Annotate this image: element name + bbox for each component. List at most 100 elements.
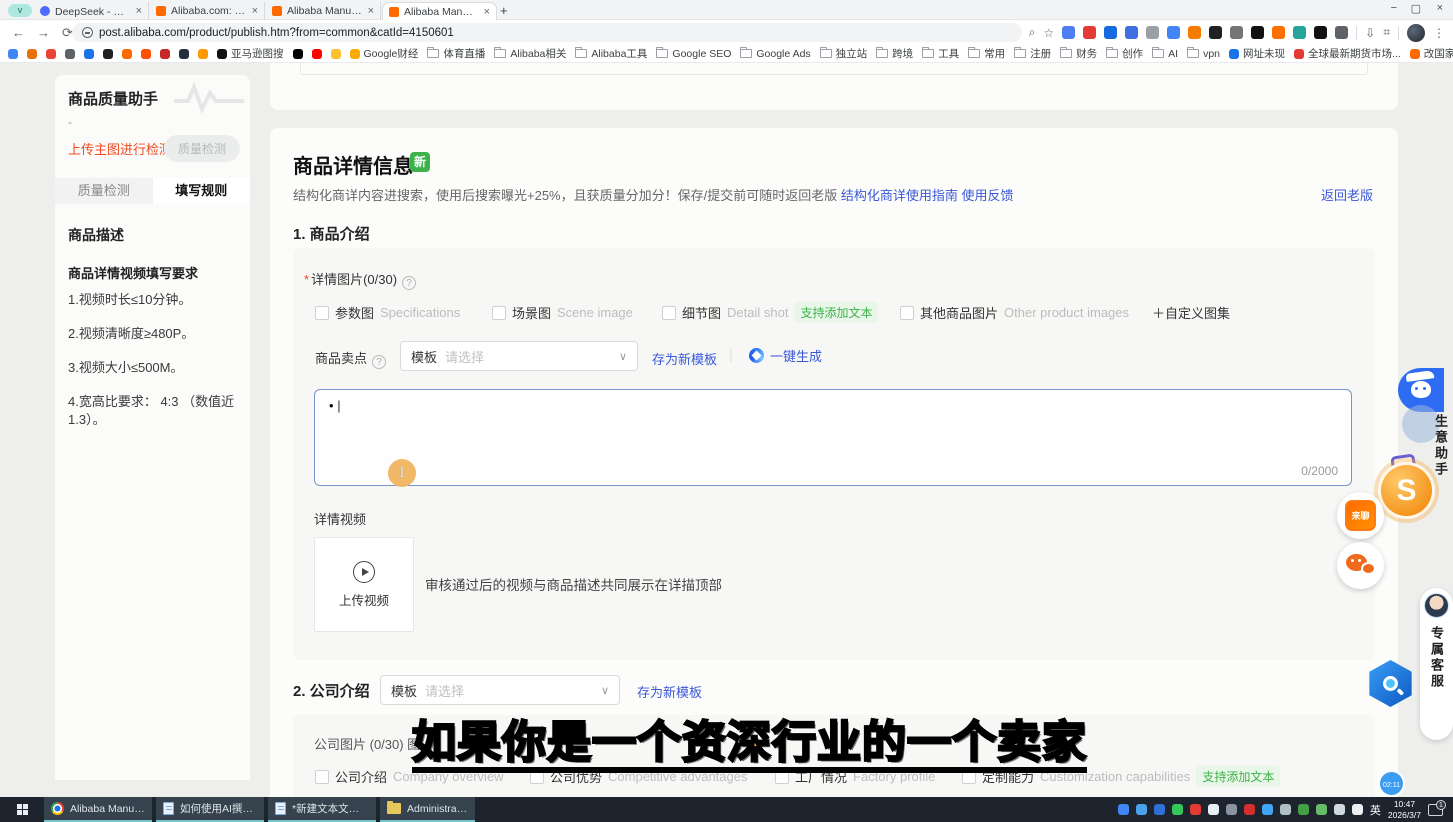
m-red-bookmark[interactable]	[160, 49, 170, 59]
tab-quality-check[interactable]: 质量检测	[55, 178, 153, 204]
image-type-option[interactable]: 参数图 Specifications	[315, 303, 492, 322]
orange-square-ext-icon[interactable]	[1272, 26, 1285, 39]
browser-tab-2[interactable]: Alibaba.com: Manufacturers… ×	[150, 2, 265, 20]
google-bookmark[interactable]	[8, 49, 18, 59]
quality-check-button[interactable]: 质量检测	[164, 135, 240, 162]
folder-ai[interactable]: AI	[1152, 48, 1178, 60]
feedback-link[interactable]: 使用反馈	[962, 188, 1014, 203]
mic-tray-icon[interactable]	[1208, 804, 1219, 815]
speaker-tray-icon[interactable]	[1352, 804, 1363, 815]
folder-tools[interactable]: 工具	[922, 46, 959, 61]
tab-search-chevron-icon[interactable]: v	[8, 4, 32, 17]
folder-sports[interactable]: 体育直播	[427, 46, 485, 61]
bookmark-star-icon[interactable]: ☆	[1043, 26, 1054, 40]
windows-green-tray-icon[interactable]	[1316, 804, 1327, 815]
gmail-bookmark[interactable]	[46, 49, 56, 59]
tab-fill-rules[interactable]: 填写规则	[153, 178, 251, 204]
phone-tray-icon[interactable]	[1280, 804, 1291, 815]
black-square-ext-icon[interactable]	[1209, 26, 1222, 39]
folder-finance[interactable]: 财务	[1060, 46, 1097, 61]
chrome-tray-icon[interactable]	[1118, 804, 1129, 815]
url-field[interactable]: post.alibaba.com/product/publish.htm?fro…	[72, 23, 1022, 42]
profile-avatar[interactable]	[1407, 24, 1425, 42]
shield-tray-icon[interactable]	[1154, 804, 1165, 815]
checkbox[interactable]	[662, 306, 676, 320]
ime-indicator[interactable]: 英	[1370, 802, 1381, 818]
notification-icon[interactable]: 1	[1428, 804, 1443, 816]
back-icon[interactable]: ←	[12, 25, 25, 40]
image-type-option[interactable]: 细节图 Detail shot 支持添加文本	[662, 302, 900, 323]
change-country-bookmark[interactable]: 改国家	[1410, 46, 1453, 61]
window-close-button[interactable]: ×	[1437, 2, 1443, 14]
checkbox[interactable]	[492, 306, 506, 320]
drive-ext-icon[interactable]	[1125, 26, 1138, 39]
business-assistant-label[interactable]: 生意助手	[1431, 414, 1450, 478]
amazon-orange-bookmark[interactable]	[198, 49, 208, 59]
orange-badge-ext-icon[interactable]	[1188, 26, 1201, 39]
url-text[interactable]: post.alibaba.com/product/publish.htm?fro…	[99, 27, 454, 39]
laichat-icon[interactable]: 来聊	[1337, 492, 1384, 539]
tab-close-icon[interactable]: ×	[484, 6, 490, 18]
folder-independent-site[interactable]: 独立站	[820, 46, 868, 61]
google-finance-bookmark[interactable]: Google财经	[350, 46, 419, 61]
browser-tab-3[interactable]: Alibaba Manufacturer Direct… ×	[266, 2, 381, 20]
taskbar-app-explorer[interactable]: Administrator	[380, 797, 475, 822]
checkbox[interactable]	[315, 306, 329, 320]
bear-bookmark[interactable]	[27, 49, 37, 59]
help-question-icon[interactable]: ?	[372, 355, 386, 369]
browser-tab-4-active[interactable]: Alibaba Manufacturer Direct… ×	[382, 2, 497, 20]
folder-google-seo[interactable]: Google SEO	[656, 48, 731, 60]
site-discover-bookmark[interactable]: 网址未现	[1229, 46, 1285, 61]
taskbar-clock[interactable]: 10:47 2026/3/7	[1388, 799, 1421, 819]
blue-bird-tray-icon[interactable]	[1262, 804, 1273, 815]
window-minimize-button[interactable]: −	[1391, 2, 1397, 14]
tab-close-icon[interactable]: ×	[368, 5, 374, 17]
tiktok-bookmark[interactable]	[293, 49, 303, 59]
monitor-tray-icon[interactable]	[1334, 804, 1345, 815]
dark-bookmark[interactable]	[103, 49, 113, 59]
folder-google-ads[interactable]: Google Ads	[740, 48, 810, 60]
c-ext-icon[interactable]	[1314, 26, 1327, 39]
custom-gallery-button[interactable]: ＋自定义图集	[1152, 303, 1230, 322]
dedicated-service-widget[interactable]: 专属客服	[1420, 588, 1453, 740]
browser-tab-1[interactable]: DeepSeek - 探索未至之境 ×	[34, 2, 149, 20]
download-icon[interactable]: ⇩	[1365, 26, 1375, 40]
folder-alibaba-tools[interactable]: Alibaba工具	[575, 46, 647, 61]
amazon-bookmark[interactable]	[179, 49, 189, 59]
tab-close-icon[interactable]: ×	[136, 5, 142, 17]
green-message-tray-icon[interactable]	[1172, 804, 1183, 815]
camera-ext-icon[interactable]	[1230, 26, 1243, 39]
folder-alibaba[interactable]: Alibaba相关	[494, 46, 566, 61]
guide-link[interactable]: 结构化商详使用指南	[841, 188, 958, 203]
docs-bookmark[interactable]	[84, 49, 94, 59]
template-select-2[interactable]: 模板 请选择 ∨	[380, 675, 620, 705]
aliexpress-bookmark[interactable]	[141, 49, 151, 59]
youtube-bookmark[interactable]	[312, 49, 322, 59]
menu-dots-icon[interactable]: ⋮	[1433, 26, 1445, 40]
alibaba-1688-bookmark[interactable]	[122, 49, 132, 59]
image-type-option[interactable]: 其他商品图片 Other product images	[900, 303, 1152, 322]
taskbar-app-notepad-1[interactable]: 如何使用AI撰写产...	[156, 797, 264, 822]
flag-ext-icon[interactable]	[1062, 26, 1075, 39]
amazon-image-search-bookmark[interactable]: 亚马逊图搜	[217, 46, 284, 61]
red-flower-tray-icon[interactable]	[1190, 804, 1201, 815]
folder-register[interactable]: 注册	[1014, 46, 1051, 61]
back-to-old-version-link[interactable]: 返回老版	[1321, 185, 1373, 204]
checkbox[interactable]	[900, 306, 914, 320]
taskbar-app-notepad-2[interactable]: *新建文本文档 (2).t...	[268, 797, 376, 822]
help-question-icon[interactable]: ?	[402, 276, 416, 290]
tab-close-icon[interactable]: ×	[252, 5, 258, 17]
apps-grid-icon[interactable]: ⌗	[1383, 25, 1390, 40]
skype-icon[interactable]: S	[1378, 462, 1435, 519]
template-select[interactable]: 模板 请选择 ∨	[400, 341, 638, 371]
site-info-icon[interactable]	[82, 27, 93, 38]
pokeball-ext-icon[interactable]	[1083, 26, 1096, 39]
photo-tray-icon[interactable]	[1226, 804, 1237, 815]
window-maximize-button[interactable]: ▢	[1411, 2, 1421, 15]
wechat-tray-icon[interactable]	[1298, 804, 1309, 815]
translate-ext-icon[interactable]	[1167, 26, 1180, 39]
folder-crossborder[interactable]: 跨境	[876, 46, 913, 61]
selling-points-editor[interactable]: • | 0/2000	[314, 389, 1352, 486]
image-type-option[interactable]: 场景图 Scene image	[492, 303, 662, 322]
chat-bubble-ext-icon[interactable]	[1146, 26, 1159, 39]
